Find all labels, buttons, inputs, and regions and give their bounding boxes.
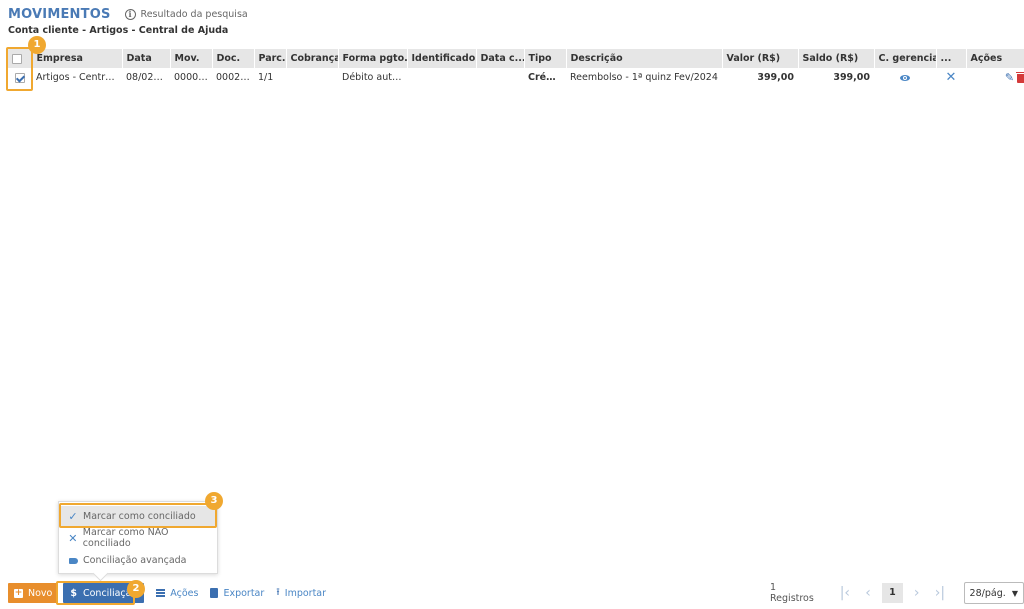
column-header-saldo[interactable]: Saldo (R$)	[798, 49, 875, 68]
eye-icon[interactable]	[900, 74, 910, 81]
prev-page-icon[interactable]: ‹	[856, 583, 879, 603]
cell-cobranca	[286, 68, 338, 87]
cell-saldo: 399,00	[833, 72, 870, 83]
page-title: MOVIMENTOS	[8, 6, 111, 22]
search-result-info[interactable]: i Resultado da pesquisa	[124, 8, 248, 20]
pagination: 1 Registros |‹ ‹ 1 › ›| 28/pág. ▼	[770, 582, 1024, 604]
table-row[interactable]: Artigos - Central de Ajuda 08/02/24 0000…	[8, 68, 1024, 87]
cell-identificador	[407, 68, 476, 87]
highlight-conciliation-button	[56, 581, 135, 605]
column-header-forma-pgto[interactable]: Forma pgto.	[338, 49, 408, 68]
upload-icon: ⭱	[276, 586, 280, 598]
cell-mov: 000001	[174, 72, 211, 83]
cell-doc-link[interactable]: 000251	[212, 68, 254, 87]
column-header-acoes: Ações	[966, 49, 1024, 68]
import-button[interactable]: ⭱ Importar	[276, 585, 326, 602]
chevron-down-icon: ▼	[1011, 588, 1018, 598]
list-icon	[156, 589, 166, 597]
account-subtitle: Conta cliente - Artigos - Central de Aju…	[8, 25, 229, 36]
new-button-label: Novo	[28, 587, 53, 599]
highlight-checkbox	[6, 47, 33, 91]
table-header-row: Empresa Data Mov. Doc. Parc. Cobrança Fo…	[8, 49, 1024, 68]
cell-actions: ✎	[966, 68, 1024, 87]
per-page-select[interactable]: 28/pág. ▼	[963, 582, 1024, 604]
tag-icon	[67, 554, 79, 567]
cell-forma-pgto: Débito automático	[342, 72, 407, 83]
menu-item-advanced-reconciliation[interactable]: Conciliação avançada	[59, 550, 217, 570]
not-reconciled-x-icon: ✕	[945, 70, 957, 85]
column-header-empresa[interactable]: Empresa	[32, 49, 123, 68]
edit-pencil-icon[interactable]: ✎	[1005, 71, 1014, 84]
column-header-c-gerencial[interactable]: C. gerencial	[874, 49, 937, 68]
x-icon: ✕	[68, 531, 78, 545]
records-count: 1 Registros	[770, 582, 814, 604]
column-header-tipo[interactable]: Tipo	[524, 49, 567, 68]
column-header-cobranca[interactable]: Cobrança	[286, 49, 339, 68]
document-icon	[210, 588, 219, 598]
info-icon: i	[124, 8, 136, 20]
actions-label: Ações	[170, 587, 199, 599]
column-header-identificador[interactable]: Identificador	[407, 49, 477, 68]
column-header-more[interactable]: ...	[936, 49, 967, 68]
import-label: Importar	[284, 587, 327, 599]
cell-valor: 399,00	[757, 72, 794, 83]
next-page-icon[interactable]: ›	[905, 583, 928, 603]
column-header-parc[interactable]: Parc.	[254, 49, 287, 68]
cell-tipo: Crédito	[528, 72, 566, 83]
cell-reconciled-status: ✕	[936, 68, 966, 87]
step-badge-2: 2	[127, 580, 145, 598]
last-page-icon[interactable]: ›|	[928, 583, 951, 603]
menu-item-label: Marcar como NÃO conciliado	[82, 527, 169, 549]
step-badge-3: 3	[205, 492, 223, 510]
current-page[interactable]: 1	[881, 583, 904, 603]
step-badge-1: 1	[28, 36, 46, 54]
cell-data-c	[476, 68, 524, 87]
column-header-data[interactable]: Data	[122, 49, 171, 68]
movements-table: Empresa Data Mov. Doc. Parc. Cobrança Fo…	[8, 49, 1024, 87]
actions-button[interactable]: Ações	[156, 588, 198, 599]
export-label: Exportar	[223, 587, 265, 599]
cell-data: 08/02/24	[126, 72, 169, 83]
column-header-valor[interactable]: Valor (R$)	[722, 49, 799, 68]
first-page-icon[interactable]: |‹	[833, 583, 856, 603]
column-header-doc[interactable]: Doc.	[212, 49, 255, 68]
cell-empresa: Artigos - Central de Ajuda	[36, 72, 122, 83]
page-header: MOVIMENTOS i Resultado da pesquisa	[8, 5, 248, 23]
per-page-value: 28/pág.	[969, 587, 1006, 599]
search-result-label: Resultado da pesquisa	[140, 8, 248, 20]
plus-icon: +	[14, 587, 23, 598]
column-header-mov[interactable]: Mov.	[170, 49, 213, 68]
menu-item-label: Conciliação avançada	[83, 554, 187, 566]
new-button[interactable]: + Novo	[8, 583, 59, 603]
cell-descricao: Reembolso - 1ª quinz Fev/2024	[570, 72, 718, 83]
column-header-data-c[interactable]: Data c...	[476, 49, 525, 68]
delete-trash-icon[interactable]	[1016, 72, 1024, 83]
column-header-descricao[interactable]: Descrição	[566, 49, 723, 68]
cell-c-gerencial[interactable]	[874, 68, 936, 87]
export-button[interactable]: Exportar	[210, 588, 264, 599]
cell-parc: 1/1	[258, 72, 274, 83]
highlight-menu-item	[59, 503, 217, 528]
menu-item-mark-not-reconciled[interactable]: ✕ Marcar como NÃO conciliado	[59, 527, 217, 549]
